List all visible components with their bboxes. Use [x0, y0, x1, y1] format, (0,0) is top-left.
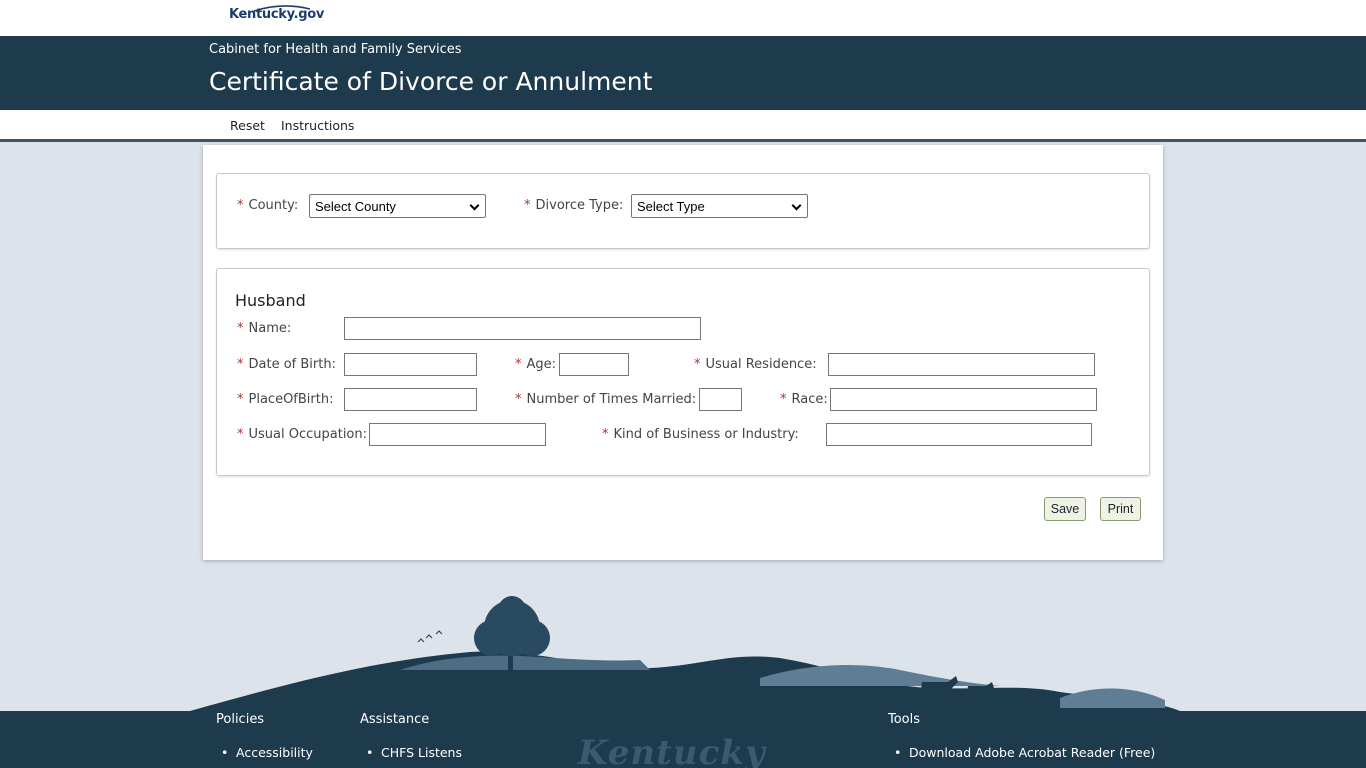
county-label: * County:: [237, 198, 299, 213]
times-married-input[interactable]: [699, 388, 742, 411]
logo-swoosh-icon: [253, 5, 311, 12]
county-select[interactable]: Select County: [309, 194, 486, 218]
chevron-down-icon: [791, 200, 802, 211]
name-input[interactable]: [344, 317, 701, 340]
dob-input[interactable]: [344, 353, 477, 376]
husband-section-title: Husband: [235, 291, 306, 310]
place-of-birth-label: * PlaceOfBirth:: [237, 392, 334, 407]
occupation-input[interactable]: [369, 423, 546, 446]
husband-fieldset: Husband * Name: * Date of Birth: * Age: * Us…: [216, 268, 1150, 476]
business-input[interactable]: [826, 423, 1092, 446]
footer-policies-heading: Policies: [216, 712, 265, 727]
chevron-down-icon: [469, 200, 480, 211]
footer-assistance-heading: Assistance: [360, 712, 430, 727]
age-input[interactable]: [559, 353, 629, 376]
times-married-label: * Number of Times Married:: [515, 392, 697, 407]
page-title: Certificate of Divorce or Annulment: [209, 67, 653, 96]
occupation-label: * Usual Occupation:: [237, 427, 368, 442]
name-label: * Name:: [237, 321, 292, 336]
footer-tools-heading: Tools: [888, 712, 921, 727]
business-label: * Kind of Business or Industry:: [602, 427, 799, 442]
kentucky-watermark-logo: Kentucky: [578, 733, 766, 768]
race-label: * Race:: [780, 392, 828, 407]
footer-acrobat-link[interactable]: Download Adobe Acrobat Reader (Free): [894, 745, 1155, 760]
birds-icon: [417, 630, 443, 643]
page-header: Cabinet for Health and Family Services C…: [0, 36, 1366, 110]
reset-link[interactable]: Reset: [230, 118, 265, 133]
place-of-birth-input[interactable]: [344, 388, 477, 411]
usual-residence-label: * Usual Residence:: [694, 357, 817, 372]
save-button[interactable]: Save: [1044, 497, 1086, 521]
footer-accessibility-link[interactable]: Accessibility: [221, 745, 313, 760]
county-type-fieldset: * County: Select County * Divorce Type: Se…: [216, 173, 1150, 249]
footer: Policies Accessibility Assistance CHFS L…: [0, 711, 1366, 768]
race-input[interactable]: [830, 388, 1097, 411]
footer-chfs-listens-link[interactable]: CHFS Listens: [366, 745, 462, 760]
dob-label: * Date of Birth:: [237, 357, 336, 372]
top-bar: Kentucky.gov: [0, 0, 1366, 36]
print-button[interactable]: Print: [1100, 497, 1141, 521]
divorce-type-select[interactable]: Select Type: [631, 194, 808, 218]
instructions-link[interactable]: Instructions: [281, 118, 354, 133]
divorce-type-label: * Divorce Type:: [524, 198, 624, 213]
form-card: * County: Select County * Divorce Type: Se…: [203, 145, 1163, 560]
cabinet-name: Cabinet for Health and Family Services: [209, 42, 462, 57]
usual-residence-input[interactable]: [828, 353, 1095, 376]
nav-bar: Reset Instructions: [0, 110, 1366, 142]
age-label: * Age:: [515, 357, 557, 372]
landscape-illustration: [190, 596, 1180, 711]
